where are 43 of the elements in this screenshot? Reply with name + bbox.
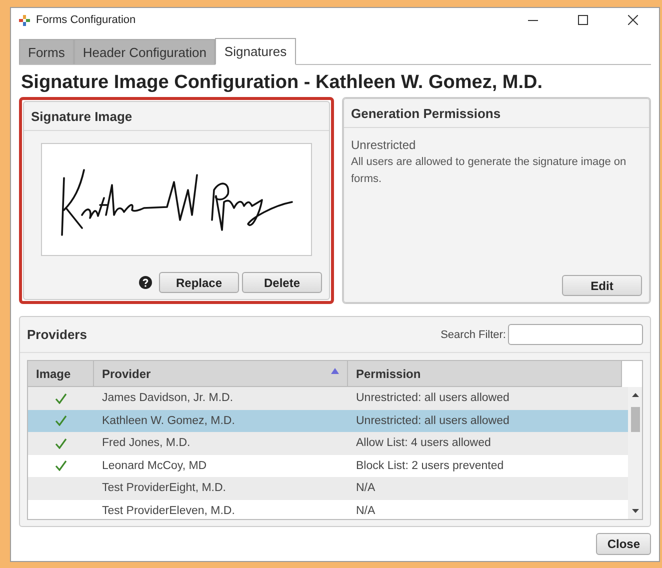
panel-title: Signature Image: [31, 108, 132, 124]
help-icon[interactable]: [139, 276, 152, 289]
column-header[interactable]: Image: [28, 361, 94, 387]
scrollbar[interactable]: [628, 387, 642, 519]
permission-cell-text: Unrestricted: all users allowed: [355, 414, 510, 429]
close-icon[interactable]: [628, 15, 638, 25]
scroll-up-icon[interactable]: [632, 393, 638, 397]
provider-cell-text: Kathleen W. Gomez, M.D.: [101, 414, 236, 429]
permission-cell-text: Block List: 2 users prevented: [355, 458, 505, 474]
provider-cell-text: Fred Jones, M.D.: [101, 436, 192, 452]
provider-cell-text: Test ProviderEight, M.D.: [101, 481, 227, 496]
permission-cell-text: Unrestricted: all users allowed: [355, 391, 510, 406]
panel-title: Providers: [27, 327, 87, 342]
provider-cell-text: Leonard McCoy, MD: [101, 458, 208, 474]
scroll-thumb[interactable]: [631, 407, 640, 432]
column-header[interactable]: Permission: [348, 361, 622, 387]
close-dialog-button[interactable]: Close: [596, 533, 651, 555]
tab[interactable]: Forms: [19, 39, 74, 64]
permission-cell-text: N/A: [355, 504, 376, 519]
permission-cell-text: N/A: [355, 481, 376, 496]
edit-button[interactable]: Edit: [562, 275, 642, 296]
permission-description: All users are allowed to generate the signature image on forms.: [350, 155, 628, 187]
app-icon: [19, 14, 30, 26]
panel-title: Generation Permissions: [351, 106, 501, 120]
tab[interactable]: Header Configuration: [74, 39, 216, 64]
provider-cell-text: James Davidson, Jr. M.D.: [101, 391, 234, 406]
search-label: Search Filter:: [440, 328, 506, 340]
window-title: Forms Configuration: [36, 14, 137, 26]
scroll-down-icon[interactable]: [632, 509, 638, 513]
table-row[interactable]: James Davidson, Jr. M.D. Unrestricted: all users allowed: [28, 387, 628, 410]
table-row[interactable]: Test ProviderEight, M.D. N/A: [28, 477, 628, 500]
search-field[interactable]: [508, 324, 643, 345]
provider-cell-text: Test ProviderEleven, M.D.: [101, 504, 236, 519]
action-button[interactable]: Replace: [159, 272, 239, 293]
maximize-icon[interactable]: [578, 15, 588, 25]
column-header[interactable]: Provider: [94, 361, 348, 387]
table-row[interactable]: Fred Jones, M.D. Allow List: 4 users allowed: [28, 432, 628, 454]
action-button[interactable]: Delete: [242, 272, 322, 293]
table-row[interactable]: Kathleen W. Gomez, M.D. Unrestricted: all users allowed: [28, 410, 628, 432]
page-heading: Signature Image Configuration - Kathleen W. Gomez, M.D.: [20, 71, 544, 95]
tab[interactable]: Signatures: [215, 38, 296, 65]
permission-status: Unrestricted: [350, 137, 417, 154]
permission-cell-text: Allow List: 4 users allowed: [355, 436, 492, 452]
